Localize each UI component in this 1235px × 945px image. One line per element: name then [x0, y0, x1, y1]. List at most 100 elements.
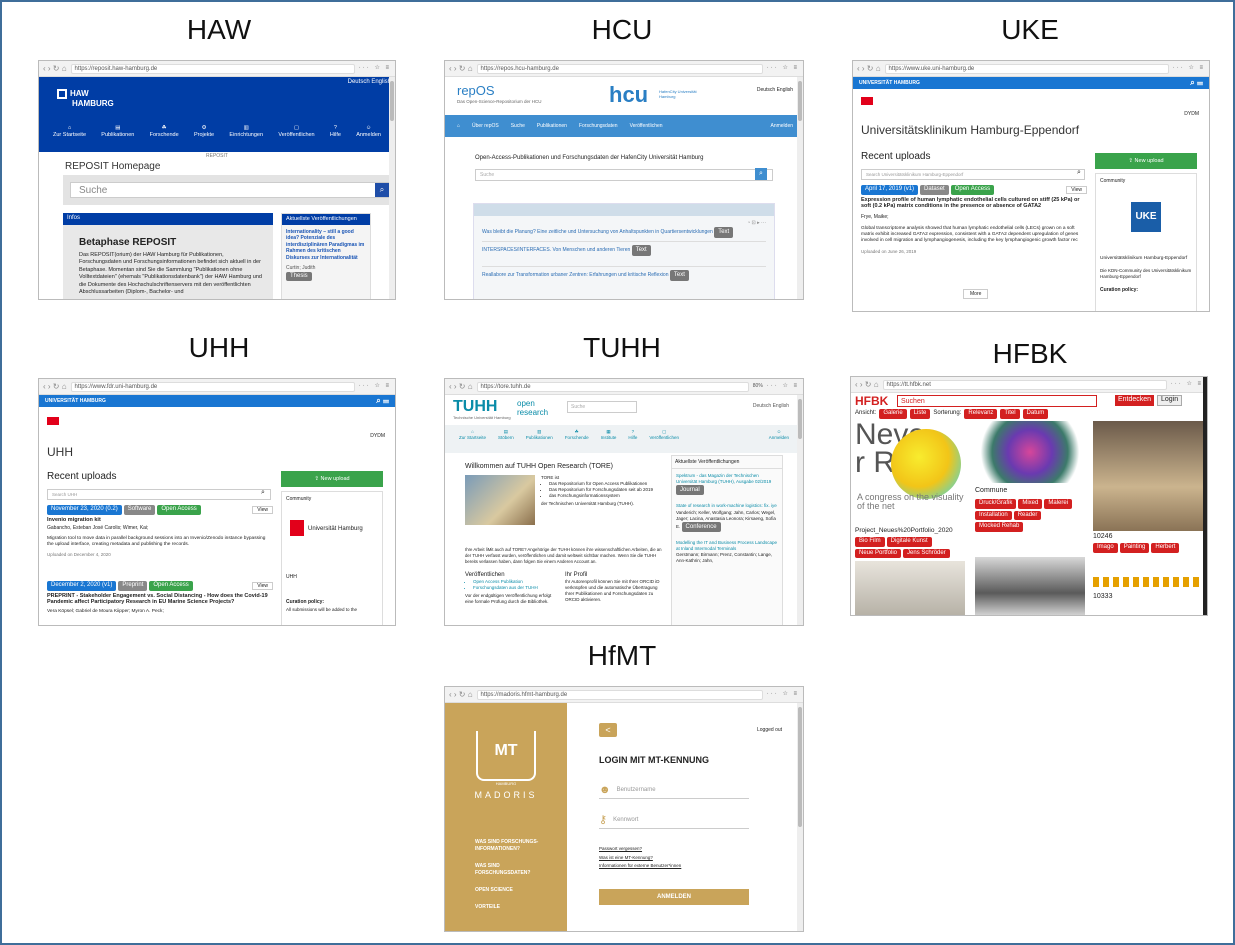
record-title[interactable]: Invenio migration kit [47, 517, 273, 524]
nav-item[interactable]: ▥ Einrichtungen [229, 125, 263, 139]
list-item[interactable]: Spektrum - das Magazin der Technischen U… [676, 473, 778, 496]
nav-item[interactable]: Suche [511, 123, 525, 129]
scrollbar[interactable] [389, 77, 395, 299]
tag[interactable]: Painting [1119, 543, 1150, 553]
sort-date[interactable]: Datum [1022, 409, 1049, 419]
search-input[interactable]: Suchen [897, 395, 1097, 407]
list-item[interactable]: State of research in work-machine logist… [676, 503, 778, 532]
tile-caption[interactable]: Commune [975, 487, 1007, 496]
nav-item[interactable]: ⌂ Zur Startseite [459, 429, 486, 453]
gallery-tile[interactable] [855, 561, 965, 615]
tile-caption[interactable]: 10246 [1093, 533, 1112, 542]
nav-item[interactable]: ☘ Forschende [150, 125, 179, 139]
view-button[interactable]: View [252, 505, 273, 514]
url-bar[interactable]: https://repos.hcu-hamburg.de [476, 63, 763, 74]
search-icon[interactable]: ⌕ [375, 183, 389, 197]
search-input[interactable]: Suche [70, 182, 390, 198]
external-users-link[interactable]: Informationen für externe Benutzer*innen [599, 862, 681, 871]
nav-item[interactable]: ▤ Stöbern [498, 429, 514, 453]
nav-item[interactable]: Publikationen [537, 123, 567, 129]
list-item[interactable]: INTERSPACES/INTERFACES. Von Menschen und… [482, 241, 766, 256]
url-bar[interactable]: https://www.uke.uni-hamburg.de [884, 63, 1169, 74]
sort-relevance[interactable]: Relevanz [964, 409, 998, 419]
news-item-link[interactable]: Internationality – still a good idea? Po… [282, 225, 370, 266]
tag[interactable]: Mixed [1018, 499, 1043, 509]
nav-item[interactable]: ⚙ Projekte [194, 125, 214, 139]
view-button[interactable]: View [1066, 185, 1087, 194]
nav-item[interactable]: ☺ Anmelden [356, 125, 381, 139]
tile-caption[interactable]: 10333 [1093, 593, 1112, 602]
tag[interactable]: Reader [1013, 510, 1042, 520]
login-button[interactable]: Login [1157, 395, 1183, 406]
tag[interactable]: Malerei [1044, 499, 1073, 509]
tag[interactable]: Installation [975, 510, 1012, 520]
tag[interactable]: Mocked Rehab [975, 522, 1024, 532]
tag[interactable]: Digitale Kunst [886, 537, 932, 547]
nav-item[interactable]: ▤ Publikationen [101, 125, 134, 139]
lang-switch[interactable]: DYDM [370, 433, 385, 439]
gallery-tile[interactable] [975, 421, 1085, 483]
zoom-level[interactable]: 80% [753, 383, 763, 389]
login-link[interactable]: Anmelden [770, 123, 793, 129]
lang-switch[interactable]: Deutsch English [348, 79, 391, 87]
discover-button[interactable]: Entdecken [1115, 395, 1155, 406]
record-title[interactable]: PREPRINT - Stakeholder Engagement vs. So… [47, 593, 273, 607]
record-title[interactable]: Expression profile of human lymphatic en… [861, 197, 1087, 211]
tag[interactable]: Imago [1093, 543, 1118, 553]
scrollbar[interactable] [797, 703, 803, 931]
nav-item[interactable]: ? Hilfe [628, 429, 637, 453]
nav-item[interactable]: ☺ Anmelden [769, 429, 789, 453]
more-button[interactable]: More [963, 289, 989, 300]
lang-switch[interactable]: DYDM [1184, 111, 1199, 117]
username-field[interactable]: ☻ Benutzername [599, 783, 749, 799]
tag[interactable]: Druck/Grafik [975, 499, 1017, 509]
nav-item[interactable]: Über repOS [472, 123, 499, 129]
menu-item[interactable]: WAS SIND FORSCHUNGS-INFORMATIONEN? [475, 839, 555, 853]
search-input[interactable]: Search Universitätsklinikum Hamburg-Eppe… [861, 169, 1085, 180]
url-bar[interactable]: https://madoris.hfmt-hamburg.de [476, 689, 763, 700]
tag[interactable]: Neue Portfolio [855, 548, 902, 558]
view-gallery[interactable]: Galerie [879, 409, 907, 419]
list-item[interactable]: Was bleibt die Planung? Eine zeitliche u… [482, 227, 766, 238]
nav-item[interactable]: ▢ Veröffentlichen [278, 125, 314, 139]
gallery-tile[interactable] [1093, 577, 1207, 587]
search-icon[interactable]: ⌕ [1077, 169, 1081, 178]
gallery-tile[interactable] [975, 557, 1085, 615]
gallery-tile[interactable] [1093, 421, 1207, 531]
nav-item[interactable]: ☘ Forschende [565, 429, 589, 453]
nav-item[interactable]: Forschungsdaten [579, 123, 618, 129]
lang-switch[interactable]: Deutsch English [753, 403, 789, 409]
search-input[interactable]: Search UHH [47, 489, 271, 500]
back-button[interactable]: < [599, 723, 617, 737]
lang-switch[interactable]: Deutsch English [757, 87, 793, 93]
new-upload-button[interactable]: ⇪ New upload [281, 471, 383, 487]
search-icon[interactable]: ⌕ [755, 168, 767, 180]
new-upload-button[interactable]: ⇪ New upload [1095, 153, 1197, 169]
tile-caption[interactable]: Project_Neues%20Portfolio_2020 [855, 527, 953, 535]
list-item[interactable]: Modelling the IT and Business Process La… [676, 540, 778, 564]
sort-title[interactable]: Titel [1000, 409, 1020, 419]
menu-item[interactable]: VORTEILE [475, 904, 555, 911]
nav-item[interactable]: ? Hilfe [330, 125, 341, 139]
gallery-tile[interactable]: Never Rea A congress on the visuality of… [855, 421, 965, 529]
menu-item[interactable]: WAS SIND FORSCHUNGSDATEN? [475, 863, 555, 877]
nav-item[interactable]: ▥ Publikationen [526, 429, 553, 453]
view-button[interactable]: View [252, 581, 273, 590]
tag[interactable]: Jens Schröder [903, 548, 950, 558]
search-input[interactable]: Suche [475, 168, 773, 181]
scrollbar[interactable] [797, 395, 803, 625]
home-icon[interactable]: ⌂ [457, 123, 460, 129]
url-bar[interactable]: https://tore.tuhh.de [476, 381, 749, 392]
menu-item[interactable]: OPEN SCIENCE [475, 887, 555, 894]
nav-item[interactable]: ▢ Veröffentlichen [649, 429, 679, 453]
list-item[interactable]: Reallabore zur Transformation urbaner Ze… [482, 266, 766, 281]
nav-item[interactable]: ⌂ Zur Startseite [53, 125, 86, 139]
nav-item[interactable]: ▦ Institute [601, 429, 617, 453]
search-icon[interactable]: ⌕ [261, 489, 265, 498]
tag[interactable]: Herbert [1151, 543, 1180, 553]
password-field[interactable]: ⚷ Kennwort [599, 813, 749, 829]
url-bar[interactable]: https://www.fdr.uni-hamburg.de [70, 381, 355, 392]
mt-id-link[interactable]: Was ist eine MT-Kennung? [599, 854, 681, 863]
tag[interactable]: Bio Film [855, 537, 885, 547]
login-button[interactable]: ANMELDEN [599, 889, 749, 905]
